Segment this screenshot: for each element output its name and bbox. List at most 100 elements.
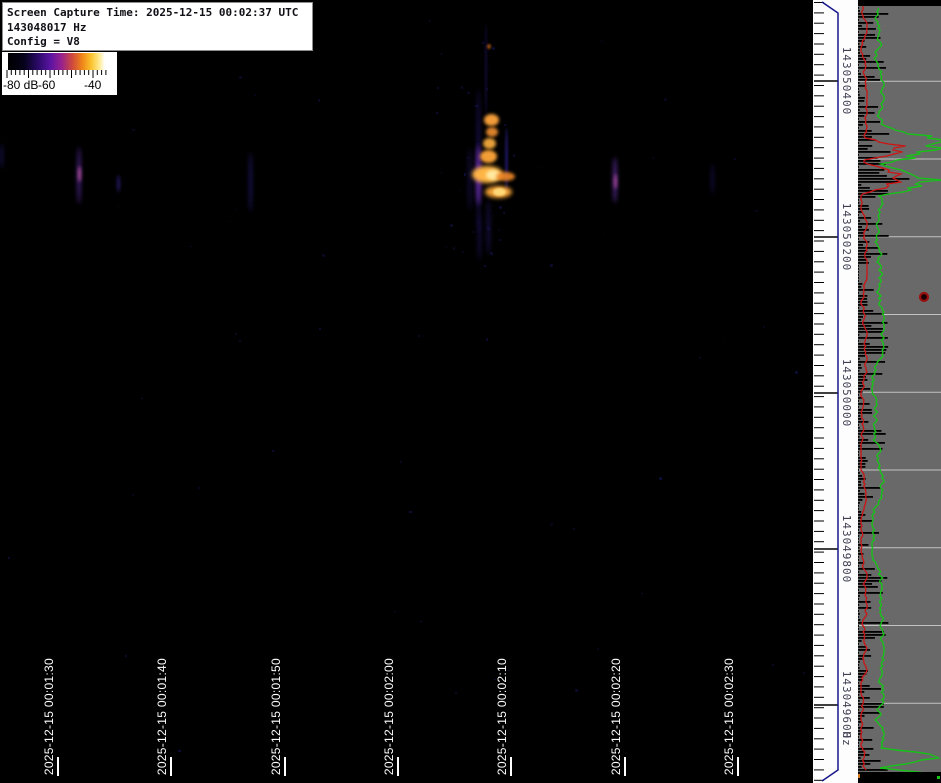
noise-speckle (266, 637, 268, 640)
noise-speckle (400, 461, 403, 464)
signal-event (468, 148, 472, 210)
noise-speckle (124, 655, 127, 658)
signal-event (484, 114, 499, 126)
noise-speckle (795, 371, 799, 375)
colorbar-gradient (8, 53, 107, 70)
signal-event (249, 152, 252, 212)
noise-speckle (699, 356, 701, 359)
noise-speckle (492, 215, 495, 217)
frequency-axis-label: 143049800 (840, 514, 853, 584)
noise-speckle (540, 166, 543, 169)
noise-speckle (487, 227, 490, 230)
time-axis-label: 2025-12-15 00:01:40 (155, 657, 169, 775)
noise-speckle (459, 189, 462, 192)
noise-speckle (436, 112, 438, 114)
noise-speckle (522, 185, 524, 187)
noise-speckle (755, 210, 758, 213)
noise-speckle (440, 172, 443, 174)
noise-speckle (772, 663, 775, 666)
noise-speckle (436, 86, 439, 90)
noise-speckle (596, 648, 599, 651)
screen: 2025-12-15 00:01:30 2025-12-15 00:01:40 20… (0, 0, 941, 783)
noise-speckle (409, 510, 412, 514)
colorbar-label-min: -80 dB (3, 78, 39, 92)
signal-event (78, 166, 81, 182)
noise-speckle (420, 620, 422, 622)
time-axis-label: 2025-12-15 00:02:20 (609, 657, 623, 775)
time-axis-tick (170, 757, 172, 776)
signal-event (485, 24, 487, 116)
time-axis-label: 2025-12-15 00:01:30 (42, 657, 56, 775)
time-axis-tick (397, 757, 399, 776)
capture-time-text: Screen Capture Time: 2025-12-15 00:02:37… (7, 6, 299, 19)
noise-speckle (418, 334, 421, 337)
noise-speckle (454, 691, 457, 694)
signal-event (496, 172, 515, 181)
colorbar-label-mid: -60 (38, 78, 56, 92)
noise-speckle (461, 250, 464, 253)
time-axis-label: 2025-12-15 00:02:30 (722, 657, 736, 775)
time-axis-label: 2025-12-15 00:02:10 (495, 657, 509, 775)
noise-speckle (502, 212, 505, 215)
noise-speckle (452, 246, 456, 250)
noise-speckle (550, 523, 553, 527)
noise-speckle (238, 339, 242, 343)
noise-speckle (492, 47, 495, 51)
noise-speckle (554, 461, 556, 463)
frequency-axis-label: 143050400 (840, 46, 853, 116)
noise-speckle (487, 66, 490, 68)
signal-event (0, 144, 3, 168)
noise-speckle (317, 99, 321, 102)
minor-ticks (814, 2, 824, 781)
signal-event (487, 44, 491, 49)
noise-speckle (762, 325, 766, 329)
spectrogram-waterfall: 2025-12-15 00:01:30 2025-12-15 00:01:40 20… (0, 0, 813, 783)
signal-event (486, 127, 498, 137)
noise-speckle (497, 228, 501, 232)
noise-speckle (190, 245, 192, 248)
noise-speckle (117, 206, 119, 208)
noise-speckle (467, 91, 470, 95)
noise-speckle (141, 397, 143, 400)
noise-speckle (652, 157, 655, 160)
frequency-axis-label: 143050000 (840, 358, 853, 428)
noise-speckle (272, 450, 274, 452)
noise-speckle (504, 123, 507, 126)
signal-event (483, 138, 496, 149)
noise-speckle (440, 53, 443, 56)
noise-speckle (641, 592, 643, 594)
signal-event (478, 215, 481, 260)
time-axis-tick (624, 757, 626, 776)
frequency-axis: Hz 143050400 143050200 143050000 143049800 1… (813, 0, 858, 783)
noise-speckle (239, 76, 242, 79)
frequency-scale-line (821, 1, 839, 782)
frequency-axis-label: 143050200 (840, 202, 853, 272)
noise-speckle (132, 494, 134, 496)
noise-speckle (485, 338, 489, 342)
signal-event (711, 164, 714, 194)
time-axis-tick (510, 757, 512, 776)
spectrum-plot (857, 0, 941, 783)
noise-speckle (733, 157, 736, 160)
noise-speckle (602, 231, 604, 234)
noise-speckle (450, 223, 454, 227)
time-axis-tick (284, 757, 286, 776)
signal-event (117, 175, 120, 192)
time-axis-label: 2025-12-15 00:02:00 (382, 657, 396, 775)
noise-speckle (229, 221, 231, 223)
center-frequency-text: 143048017 Hz (7, 20, 87, 34)
noise-speckle (499, 206, 502, 209)
capture-info-box: Screen Capture Time: 2025-12-15 00:02:37… (2, 2, 313, 51)
noise-speckle (463, 173, 467, 176)
frequency-axis-label: 143049600 (840, 670, 853, 740)
signal-event (505, 128, 508, 194)
noise-speckle (664, 98, 668, 102)
marker-dot (918, 291, 930, 303)
colorbar-label-max: -40 (84, 78, 102, 92)
noise-speckle (321, 253, 325, 257)
noise-speckle (550, 263, 554, 267)
noise-speckle (573, 528, 575, 530)
colorbar: -80 dB -60 -40 (2, 52, 117, 95)
noise-speckle (235, 332, 238, 336)
noise-speckle (484, 265, 487, 267)
